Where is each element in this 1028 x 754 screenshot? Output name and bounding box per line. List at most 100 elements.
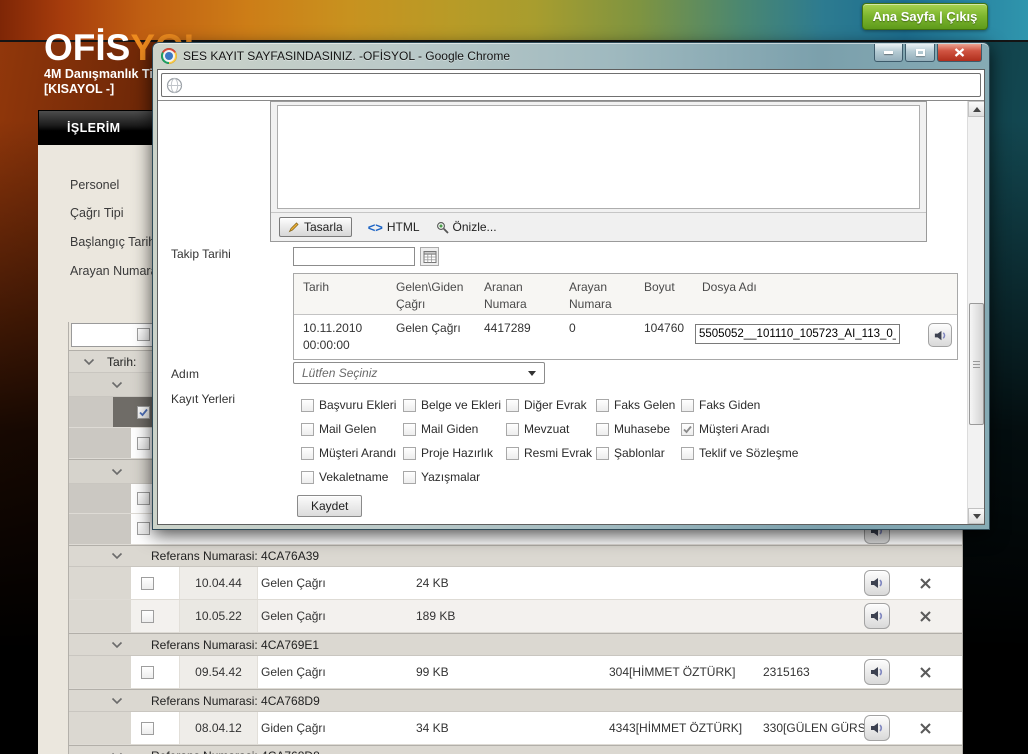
play-audio-button[interactable]	[864, 570, 890, 596]
takip-tarihi-label: Takip Tarihi	[171, 247, 231, 261]
time-cell: 09.54.42	[179, 656, 258, 688]
checkbox-mevzuat[interactable]: Mevzuat	[506, 422, 596, 436]
checkbox-basvuru-ekleri[interactable]: Başvuru Ekleri	[301, 398, 403, 412]
delete-icon[interactable]	[919, 666, 932, 679]
speaker-icon	[871, 611, 883, 621]
file-size: 99 KB	[416, 665, 449, 679]
checkbox-proje-hazirlik[interactable]: Proje Hazırlık	[403, 446, 506, 460]
group-label: Referans Numarasi: 4CA76A39	[151, 549, 320, 563]
group-header: Referans Numarasi: 4CA768D8	[69, 745, 962, 754]
col-boyut: Boyut	[644, 280, 675, 294]
play-audio-button[interactable]	[864, 603, 890, 629]
delete-icon[interactable]	[919, 577, 932, 590]
group-header: Referans Numarasi: 4CA769E1	[69, 633, 962, 656]
checkbox-sablonlar[interactable]: Şablonlar	[596, 446, 681, 460]
speaker-icon	[871, 667, 883, 677]
collapse-chevron-icon[interactable]	[111, 641, 123, 649]
collapse-chevron-icon[interactable]	[111, 381, 123, 389]
table-row[interactable]: 09.54.42 Gelen Çağrı 99 KB 304[HİMMET ÖZ…	[69, 656, 962, 689]
group-label: Tarih:	[107, 354, 137, 369]
chrome-icon	[161, 48, 177, 64]
checkbox-mail-giden[interactable]: Mail Giden	[403, 422, 506, 436]
calendar-icon	[423, 250, 436, 263]
checkbox-vekaletname[interactable]: Vekaletname	[301, 470, 403, 484]
row-checkbox[interactable]	[137, 522, 150, 535]
checkbox-muhasebe[interactable]: Muhasebe	[596, 422, 681, 436]
checkbox-resmi-evrak[interactable]: Resmi Evrak	[506, 446, 596, 460]
row-checkbox[interactable]	[141, 722, 154, 735]
delete-icon[interactable]	[919, 610, 932, 623]
play-audio-button[interactable]	[928, 323, 952, 347]
row-checkbox[interactable]	[141, 577, 154, 590]
play-audio-button[interactable]	[864, 659, 890, 685]
cell-tip: Gelen Çağrı	[396, 321, 461, 335]
filter-label-cagri-tipi: Çağrı Tipi	[70, 206, 124, 220]
code-icon: <>	[367, 219, 383, 235]
row-checkbox[interactable]	[137, 406, 150, 419]
checkbox-teklif-ve-sozlesme[interactable]: Teklif ve Sözleşme	[681, 446, 821, 460]
row-checkbox[interactable]	[141, 666, 154, 679]
magnifier-icon	[436, 221, 449, 234]
checkbox-faks-gelen[interactable]: Faks Gelen	[596, 398, 681, 412]
save-button[interactable]: Kaydet	[297, 495, 363, 517]
checkbox-belge-ve-ekleri[interactable]: Belge ve Ekleri	[403, 398, 506, 412]
select-all-checkbox[interactable]	[137, 328, 150, 341]
menu-islerim[interactable]: İŞLERİM	[67, 121, 121, 135]
table-row[interactable]: 10.04.44 Gelen Çağrı 24 KB	[69, 567, 962, 600]
time-cell: 10.04.44	[179, 567, 258, 599]
chevron-down-icon	[528, 370, 536, 376]
collapse-chevron-icon[interactable]	[111, 552, 123, 560]
row-checkbox[interactable]	[141, 610, 154, 623]
takip-tarihi-input[interactable]	[293, 247, 415, 266]
checkbox-mail-gelen[interactable]: Mail Gelen	[301, 422, 403, 436]
address-bar[interactable]	[161, 73, 981, 97]
call-type: Gelen Çağrı	[261, 576, 326, 590]
rich-text-editor[interactable]	[277, 105, 920, 209]
html-mode-button[interactable]: <> HTML	[368, 220, 420, 235]
chrome-popup-window: SES KAYIT SAYFASINDASINIZ. -OFİSYOL - Go…	[152, 42, 990, 530]
collapse-chevron-icon[interactable]	[111, 468, 123, 476]
preview-button[interactable]: Önizle...	[436, 220, 497, 234]
scroll-down-button[interactable]	[968, 508, 984, 524]
file-size: 189 KB	[416, 609, 456, 623]
home-logout-button[interactable]: Ana Sayfa | Çıkış	[862, 3, 988, 30]
col-aranan: Aranan Numara	[484, 280, 527, 311]
calendar-button[interactable]	[420, 247, 439, 266]
popup-titlebar[interactable]: SES KAYIT SAYFASINDASINIZ. -OFİSYOL - Go…	[153, 43, 989, 69]
checkbox-faks-giden[interactable]: Faks Giden	[681, 398, 821, 412]
time-cell: 10.05.22	[179, 600, 258, 632]
cell-aranan: 4417289	[484, 321, 531, 335]
scroll-up-button[interactable]	[968, 101, 984, 117]
row-checkbox[interactable]	[137, 492, 150, 505]
group-header: Referans Numarasi: 4CA768D9	[69, 689, 962, 712]
checkbox-diger-evrak[interactable]: Diğer Evrak	[506, 398, 596, 412]
design-mode-button[interactable]: Tasarla	[279, 217, 352, 237]
row-checkbox[interactable]	[137, 437, 150, 450]
minimize-button[interactable]	[874, 44, 903, 62]
call-type: Giden Çağrı	[261, 721, 326, 735]
checkbox-musteri-aradi[interactable]: Müşteri Aradı	[681, 422, 821, 436]
checkbox-yazismalar[interactable]: Yazışmalar	[403, 470, 506, 484]
dosya-adi-input[interactable]	[695, 324, 900, 344]
row-gutter	[69, 567, 131, 599]
scrollbar-thumb[interactable]	[969, 303, 984, 425]
cell-arayan: 0	[569, 321, 576, 335]
table-row[interactable]: 08.04.12 Giden Çağrı 34 KB 4343[HİMMET Ö…	[69, 712, 962, 745]
popup-page-content: Tasarla <> HTML Önizle... Takip Tarihi T…	[158, 101, 984, 524]
collapse-chevron-icon[interactable]	[83, 358, 95, 366]
col-dosya-adi: Dosya Adı	[702, 280, 757, 294]
collapse-chevron-icon[interactable]	[111, 697, 123, 705]
adim-dropdown[interactable]: Lütfen Seçiniz	[293, 362, 545, 384]
table-row[interactable]: 10.05.22 Gelen Çağrı 189 KB	[69, 600, 962, 633]
minimize-icon	[884, 51, 893, 54]
checkbox-musteri-arandi[interactable]: Müşteri Arandı	[301, 446, 403, 460]
group-label: Referans Numarasi: 4CA768D8	[151, 749, 320, 754]
play-audio-button[interactable]	[864, 715, 890, 741]
html-editor-container: Tasarla <> HTML Önizle...	[270, 101, 927, 242]
close-button[interactable]	[937, 44, 982, 62]
maximize-button[interactable]	[905, 44, 935, 62]
adim-label: Adım	[171, 367, 200, 381]
popup-scrollbar	[967, 101, 984, 524]
delete-icon[interactable]	[919, 722, 932, 735]
triangle-up-icon	[972, 106, 981, 112]
